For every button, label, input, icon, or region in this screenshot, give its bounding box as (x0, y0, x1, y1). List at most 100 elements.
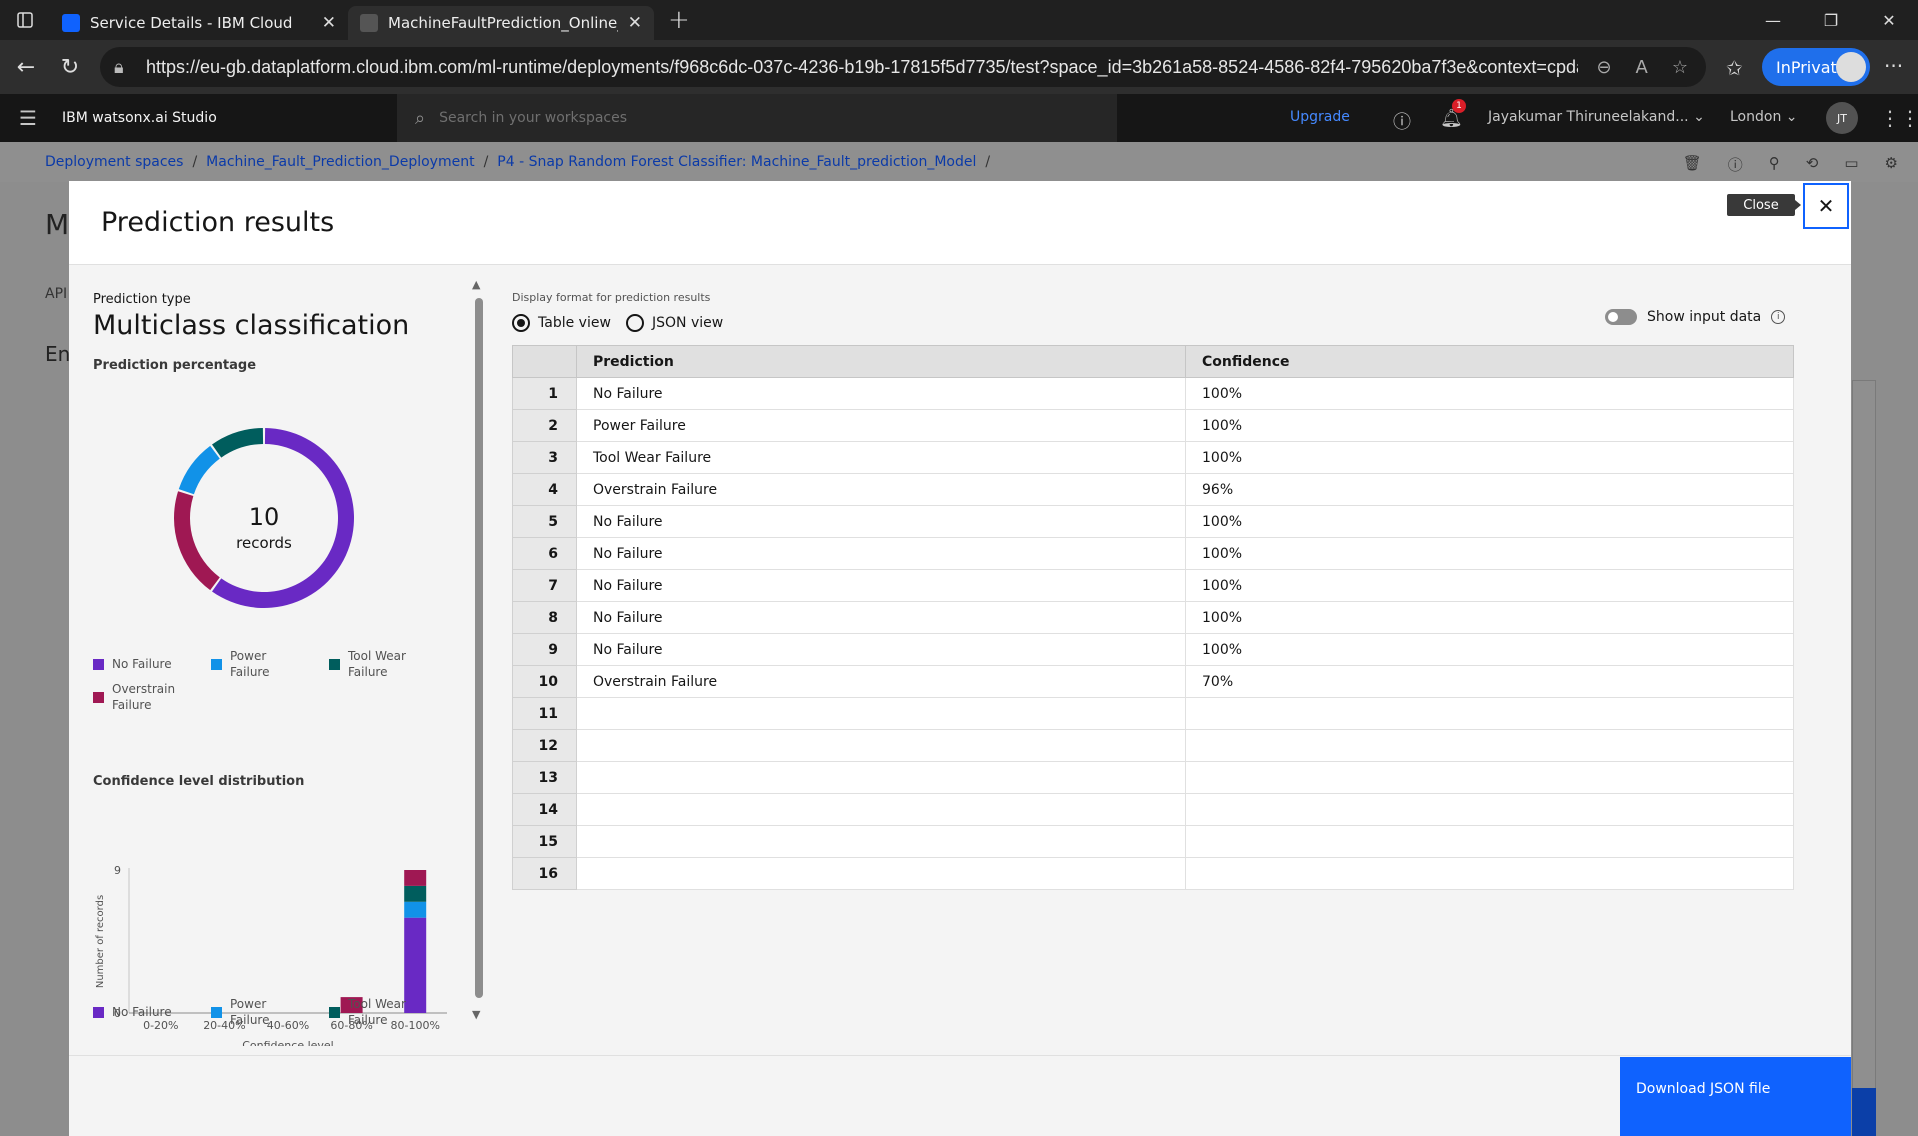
bar-segment[interactable] (404, 885, 427, 902)
browser-tab-prediction[interactable]: MachineFaultPrediction_Online_D ✕ (348, 6, 654, 40)
confidence-cell: 100% (1185, 377, 1794, 410)
legend-item: Power Failure (211, 996, 294, 1028)
breadcrumb-deployment[interactable]: Machine_Fault_Prediction_Deployment (206, 154, 474, 170)
minimize-icon[interactable]: — (1744, 0, 1802, 40)
bar-segment[interactable] (404, 870, 427, 886)
settings-icon[interactable]: ⚙︎ (1885, 154, 1898, 175)
legend-item: No Failure (93, 656, 176, 672)
read-aloud-icon[interactable]: A (1636, 57, 1648, 78)
zoom-icon[interactable]: ⊖ (1596, 57, 1611, 78)
account-switcher[interactable]: Jayakumar Thiruneelakand... ⌄ (1488, 109, 1705, 125)
json-view-label: JSON view (652, 315, 724, 331)
refresh-icon[interactable]: ↻ (48, 45, 92, 89)
row-index: 13 (512, 761, 577, 794)
legend-label: No Failure (112, 657, 172, 671)
product-name[interactable]: IBM watsonx.ai Studio (56, 110, 396, 126)
legend-label: Power Failure (230, 997, 270, 1027)
table-row[interactable]: 7 No Failure 100% (512, 569, 1794, 602)
legend-swatch (93, 692, 104, 703)
row-index: 11 (512, 697, 577, 730)
display-format-label: Display format for prediction results (512, 291, 711, 304)
breadcrumb-deployment-spaces[interactable]: Deployment spaces (45, 154, 183, 170)
table-row[interactable]: 15 (512, 825, 1794, 858)
page-title: M (45, 208, 70, 241)
restore-icon[interactable]: ❐ (1802, 0, 1860, 40)
favorites-icon[interactable]: ✩ (1726, 56, 1743, 80)
confidence-cell: 100% (1185, 601, 1794, 634)
legend-item: No Failure (93, 1004, 176, 1020)
browser-tab-service-details[interactable]: Service Details - IBM Cloud ✕ (50, 6, 348, 40)
watsonx-icon (360, 14, 378, 32)
summary-scrollbar[interactable]: ▲ ▼ (471, 276, 487, 1036)
back-icon[interactable]: ← (4, 45, 48, 89)
close-tab-icon[interactable]: ✕ (322, 13, 336, 33)
prediction-cell: Tool Wear Failure (576, 441, 1186, 474)
scroll-up-icon[interactable]: ▲ (472, 278, 480, 291)
delete-icon[interactable]: 🗑︎ (1683, 154, 1702, 175)
breadcrumb-separator: / (985, 154, 991, 170)
modal-header: Prediction results Close ✕ (69, 181, 1851, 265)
table-row[interactable]: 11 (512, 697, 1794, 730)
favorite-star-icon[interactable]: ☆ (1672, 57, 1688, 78)
notification-badge: 1 (1452, 99, 1466, 113)
app-switcher-icon[interactable]: ⋮⋮ (1880, 106, 1918, 130)
row-index: 7 (512, 569, 577, 602)
new-tab-icon[interactable]: + (668, 5, 690, 35)
table-row[interactable]: 5 No Failure 100% (512, 505, 1794, 538)
table-row[interactable]: 3 Tool Wear Failure 100% (512, 441, 1794, 474)
confidence-cell: 100% (1185, 505, 1794, 538)
table-row[interactable]: 6 No Failure 100% (512, 537, 1794, 570)
tab-actions-icon[interactable] (0, 0, 50, 40)
show-input-toggle-group: Show input data i (1605, 309, 1786, 325)
prediction-header[interactable]: Prediction (576, 345, 1186, 378)
page-toolbar: 🗑︎ ⓘ ⚲ ⟲ ▭ ⚙︎ (1683, 154, 1898, 175)
close-tab-icon[interactable]: ✕ (628, 13, 642, 33)
ibm-cloud-icon (62, 14, 80, 32)
row-index: 8 (512, 601, 577, 634)
workspace-search-input[interactable]: ⌕ Search in your workspaces (397, 94, 1117, 142)
table-row[interactable]: 14 (512, 793, 1794, 826)
info-icon[interactable]: ⓘ (1728, 154, 1743, 175)
close-button[interactable]: ✕ (1803, 183, 1849, 229)
show-input-toggle[interactable] (1605, 309, 1637, 325)
table-row[interactable]: 2 Power Failure 100% (512, 409, 1794, 442)
prediction-cell: No Failure (576, 505, 1186, 538)
history-icon[interactable]: ⟲ (1806, 154, 1819, 175)
legend-label: Power Failure (230, 649, 270, 679)
row-index: 12 (512, 729, 577, 762)
tab-title: MachineFaultPrediction_Online_D (388, 14, 618, 32)
table-row[interactable]: 1 No Failure 100% (512, 377, 1794, 410)
prediction-cell: Overstrain Failure (576, 665, 1186, 698)
table-row[interactable]: 13 (512, 761, 1794, 794)
bar-segment[interactable] (404, 901, 427, 918)
table-row[interactable]: 4 Overstrain Failure 96% (512, 473, 1794, 506)
hamburger-menu-icon[interactable]: ☰ (0, 106, 56, 130)
table-row[interactable]: 16 (512, 857, 1794, 890)
comment-icon[interactable]: ▭ (1844, 154, 1858, 175)
table-view-radio[interactable]: Table view (512, 314, 611, 332)
table-row[interactable]: 8 No Failure 100% (512, 601, 1794, 634)
confidence-header[interactable]: Confidence (1185, 345, 1794, 378)
donut-slice[interactable] (178, 445, 220, 495)
legend-item: Tool Wear Failure (329, 996, 412, 1028)
breadcrumb-model[interactable]: P4 - Snap Random Forest Classifier: Mach… (497, 154, 976, 170)
table-row[interactable]: 9 No Failure 100% (512, 633, 1794, 666)
region-switcher[interactable]: London ⌄ (1730, 109, 1798, 125)
avatar[interactable]: JT (1826, 102, 1858, 134)
scroll-down-icon[interactable]: ▼ (472, 1008, 480, 1021)
window-close-icon[interactable]: ✕ (1860, 0, 1918, 40)
json-view-radio[interactable]: JSON view (626, 314, 723, 332)
upgrade-link[interactable]: Upgrade (1290, 109, 1350, 125)
help-icon[interactable]: ⓘ (1393, 108, 1411, 134)
tree-icon[interactable]: ⚲ (1769, 154, 1780, 175)
table-row[interactable]: 10 Overstrain Failure 70% (512, 665, 1794, 698)
scrollbar-thumb[interactable] (475, 298, 483, 998)
url-field[interactable]: 🔒︎ https://eu-gb.dataplatform.cloud.ibm.… (100, 47, 1706, 87)
info-icon[interactable]: i (1771, 310, 1786, 324)
inprivate-button[interactable]: InPrivate (1762, 48, 1870, 86)
donut-slice[interactable] (212, 428, 264, 458)
url-text: https://eu-gb.dataplatform.cloud.ibm.com… (146, 56, 1579, 77)
download-json-button[interactable]: Download JSON file (1620, 1057, 1851, 1136)
table-row[interactable]: 12 (512, 729, 1794, 762)
more-menu-icon[interactable]: ··· (1884, 54, 1903, 78)
